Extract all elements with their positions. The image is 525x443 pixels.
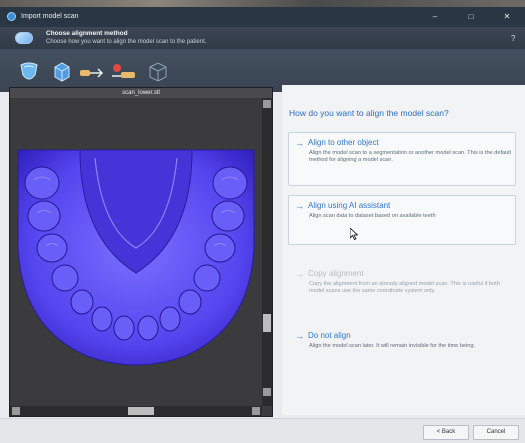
app-icon <box>7 12 16 21</box>
wireframe-cube-icon[interactable] <box>147 61 169 83</box>
option-title: Align using AI assistant <box>308 201 391 210</box>
option-align-using-ai-assistant[interactable]: → Align using AI assistant Align scan da… <box>288 195 516 245</box>
viewport-title: scan_lower.stl <box>10 88 272 98</box>
cube-icon[interactable] <box>53 61 71 83</box>
wizard-footer: < Back Cancel <box>0 418 525 443</box>
back-button[interactable]: < Back <box>423 425 469 440</box>
dental-model-render[interactable] <box>10 98 262 406</box>
vertical-scroll-thumb[interactable] <box>263 314 271 332</box>
option-description: Align scan data to dataset based on avai… <box>309 213 436 219</box>
close-button[interactable]: ✕ <box>496 10 518 24</box>
option-do-not-align[interactable]: → Do not align Align the model scan late… <box>288 325 516 365</box>
scroll-up-arrow[interactable] <box>263 100 271 108</box>
minimize-button[interactable]: – <box>424 10 446 24</box>
model-viewport[interactable]: scan_lower.stl <box>9 87 273 417</box>
option-description: Align the model scan to a segmentation o… <box>309 150 512 163</box>
mouse-cursor-icon <box>350 228 358 240</box>
arrow-right-icon: → <box>295 331 304 341</box>
scroll-down-arrow[interactable] <box>263 388 271 396</box>
step-title: Choose alignment method <box>46 30 128 37</box>
scroll-right-arrow[interactable] <box>252 407 260 415</box>
step-icon <box>15 32 33 44</box>
help-icon[interactable]: ? <box>511 34 515 43</box>
horizontal-scroll-thumb[interactable] <box>128 407 154 415</box>
move-tool-icon[interactable] <box>109 61 139 83</box>
arrow-right-icon: → <box>295 138 304 148</box>
arrow-right-icon: → <box>295 201 304 211</box>
alignment-options-panel: How do you want to align the model scan?… <box>282 85 525 415</box>
tooth-icon[interactable] <box>18 61 40 83</box>
option-description: Align the model scan later. It will rema… <box>309 343 476 349</box>
arrow-right-icon: → <box>295 269 304 279</box>
horizontal-scrollbar[interactable] <box>10 406 262 416</box>
option-title: Align to other object <box>308 138 379 147</box>
desktop-strip <box>0 0 525 7</box>
option-description: Copy the alignment from an already align… <box>309 281 500 294</box>
wizard-header: Choose alignment method Choose how you w… <box>0 27 525 49</box>
arrow-tool-icon[interactable] <box>78 61 106 83</box>
option-copy-alignment: → Copy alignment Copy the alignment from… <box>288 263 516 307</box>
title-bar: Import model scan – □ ✕ <box>0 7 525 27</box>
import-model-scan-window: Import model scan – □ ✕ Choose alignment… <box>0 7 525 443</box>
step-subtitle: Choose how you want to align the model s… <box>46 39 207 45</box>
maximize-button[interactable]: □ <box>460 10 482 24</box>
option-align-to-other-object[interactable]: → Align to other object Align the model … <box>288 132 516 186</box>
scroll-left-arrow[interactable] <box>12 407 20 415</box>
window-title: Import model scan <box>21 13 79 20</box>
option-title: Copy alignment <box>308 269 364 278</box>
cancel-button[interactable]: Cancel <box>473 425 519 440</box>
panel-question: How do you want to align the model scan? <box>289 108 449 118</box>
vertical-scrollbar[interactable] <box>262 98 272 406</box>
option-title: Do not align <box>308 331 351 340</box>
